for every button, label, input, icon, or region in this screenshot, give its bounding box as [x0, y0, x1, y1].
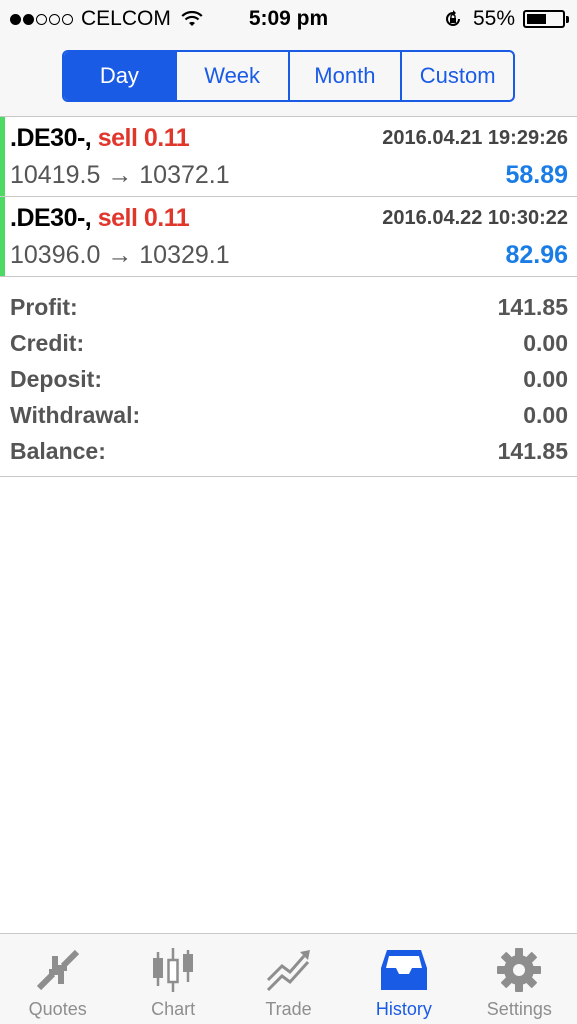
deal-row[interactable]: .DE30-, sell 0.11 2016.04.22 10:30:22 10… — [0, 197, 577, 277]
summary-value: 0.00 — [523, 366, 568, 392]
summary-row-withdrawal: Withdrawal: 0.00 — [10, 396, 568, 432]
deal-prices: 10419.5 → 10372.1 — [10, 161, 230, 189]
period-selector-bar: Day Week Month Custom — [0, 38, 577, 117]
summary-label: Deposit: — [10, 366, 102, 392]
deal-time: 2016.04.22 10:30:22 — [382, 207, 568, 229]
tab-label: Settings — [486, 999, 552, 1019]
account-summary: Profit: 141.85 Credit: 0.00 Deposit: 0.0… — [0, 282, 577, 477]
tab-trade[interactable]: Trade — [231, 934, 346, 1024]
deal-profit: 58.89 — [505, 161, 568, 189]
tab-bar: Quotes Chart Trade History Settings — [0, 933, 577, 1024]
gear-icon — [497, 948, 542, 992]
deal-time: 2016.04.21 19:29:26 — [382, 127, 568, 149]
deal-profit: 82.96 — [505, 241, 568, 269]
trade-icon — [266, 950, 310, 992]
inbox-icon — [380, 950, 427, 990]
deal-side: sell 0.11 — [97, 204, 190, 232]
period-day-button[interactable]: Day — [64, 52, 177, 100]
tab-label: Chart — [151, 999, 196, 1019]
period-custom-button[interactable]: Custom — [402, 52, 513, 100]
summary-row-credit: Credit: 0.00 — [10, 324, 568, 360]
summary-value: 141.85 — [497, 438, 568, 464]
status-bar: CELCOM 5:09 pm 55% — [0, 0, 577, 38]
period-week-button[interactable]: Week — [177, 52, 290, 100]
tab-history[interactable]: History — [346, 934, 461, 1024]
summary-value: 141.85 — [497, 294, 568, 320]
deal-side: sell 0.11 — [97, 124, 190, 152]
deal-indicator-bar — [0, 117, 5, 196]
candlestick-icon — [153, 948, 194, 992]
tab-label: History — [375, 999, 432, 1019]
deal-symbol: .DE30-, — [10, 124, 92, 152]
summary-label: Withdrawal: — [10, 402, 141, 428]
battery-info: 55% — [443, 7, 569, 31]
period-month-button[interactable]: Month — [290, 52, 403, 100]
deal-indicator-bar — [0, 197, 5, 276]
tab-quotes[interactable]: Quotes — [0, 934, 115, 1024]
battery-icon — [523, 10, 569, 28]
rotation-lock-icon — [446, 10, 460, 26]
summary-value: 0.00 — [523, 402, 568, 428]
summary-row-balance: Balance: 141.85 — [10, 432, 568, 468]
summary-value: 0.00 — [523, 330, 568, 356]
deal-symbol: .DE30-, — [10, 204, 92, 232]
tab-label: Quotes — [28, 999, 87, 1019]
summary-label: Credit: — [10, 330, 85, 356]
tab-chart[interactable]: Chart — [115, 934, 230, 1024]
summary-label: Profit: — [10, 294, 78, 320]
deal-prices: 10396.0 → 10329.1 — [10, 241, 230, 269]
deal-title: .DE30-, sell 0.11 — [10, 124, 190, 153]
summary-row-deposit: Deposit: 0.00 — [10, 360, 568, 396]
deal-row[interactable]: .DE30-, sell 0.11 2016.04.21 19:29:26 10… — [0, 117, 577, 197]
quotes-icon — [36, 949, 79, 991]
summary-label: Balance: — [10, 438, 106, 464]
tab-settings[interactable]: Settings — [462, 934, 577, 1024]
deal-title: .DE30-, sell 0.11 — [10, 204, 190, 233]
summary-row-profit: Profit: 141.85 — [10, 288, 568, 324]
period-segmented-control: Day Week Month Custom — [62, 50, 515, 102]
tab-label: Trade — [265, 999, 312, 1019]
battery-percent: 55% — [472, 7, 515, 30]
